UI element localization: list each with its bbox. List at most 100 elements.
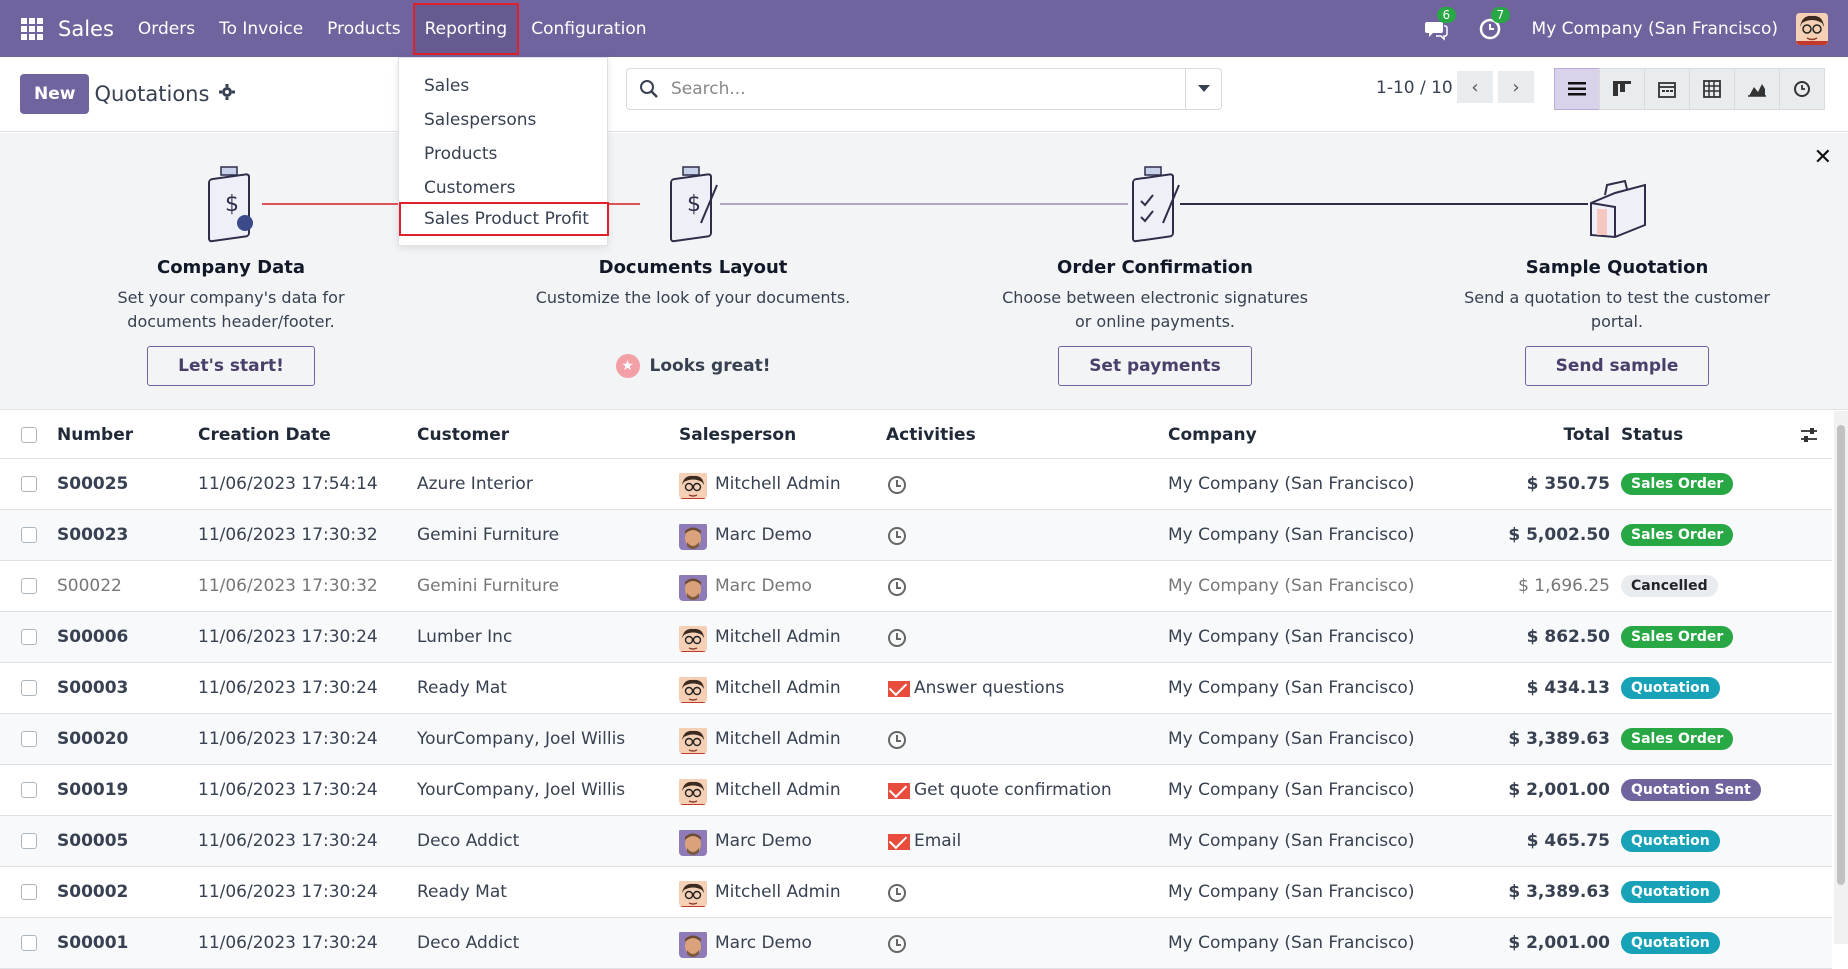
activity-view-button[interactable] bbox=[1779, 68, 1825, 110]
salesperson-cell: Mitchell Admin bbox=[679, 765, 841, 816]
send-sample-button[interactable]: Send sample bbox=[1524, 346, 1710, 386]
activity-summary[interactable]: Get quote confirmation bbox=[914, 765, 1112, 816]
vertical-scrollbar[interactable] bbox=[1834, 411, 1848, 944]
scrollbar-thumb[interactable] bbox=[1837, 425, 1845, 885]
table-row[interactable]: S00022 11/06/2023 17:30:32 Gemini Furnitur… bbox=[0, 561, 1832, 612]
menu-products[interactable]: Products bbox=[315, 3, 412, 55]
order-total: $ 465.75 bbox=[1526, 831, 1610, 851]
new-button[interactable]: New bbox=[20, 74, 90, 114]
row-checkbox[interactable] bbox=[21, 833, 37, 849]
reporting-customers[interactable]: Customers bbox=[399, 171, 609, 205]
menu-orders[interactable]: Orders bbox=[126, 3, 207, 55]
gear-icon[interactable] bbox=[219, 83, 236, 105]
set-payments-button[interactable]: Set payments bbox=[1058, 346, 1252, 386]
header-customer[interactable]: Customer bbox=[417, 411, 509, 459]
order-total: $ 350.75 bbox=[1526, 474, 1610, 494]
clock-icon[interactable] bbox=[888, 730, 906, 749]
row-checkbox[interactable] bbox=[21, 935, 37, 951]
menu-reporting[interactable]: Reporting bbox=[412, 2, 520, 55]
row-checkbox[interactable] bbox=[21, 731, 37, 747]
menu-configuration[interactable]: Configuration bbox=[519, 3, 658, 55]
clock-icon[interactable] bbox=[888, 526, 906, 545]
kanban-view-button[interactable] bbox=[1599, 68, 1645, 110]
order-number[interactable]: S00022 bbox=[57, 561, 122, 612]
header-company[interactable]: Company bbox=[1168, 411, 1257, 459]
header-creation-date[interactable]: Creation Date bbox=[198, 411, 331, 459]
menu-to-invoice[interactable]: To Invoice bbox=[207, 3, 315, 55]
customer-name: Lumber Inc bbox=[417, 627, 513, 647]
reporting-sales[interactable]: Sales bbox=[399, 69, 609, 103]
avatar[interactable] bbox=[679, 624, 707, 652]
company-name: My Company (San Francisco) bbox=[1168, 831, 1415, 851]
list-view-button[interactable] bbox=[1554, 68, 1600, 110]
header-total[interactable]: Total bbox=[1440, 411, 1610, 459]
status-cell: Sales Order bbox=[1621, 714, 1734, 765]
row-checkbox[interactable] bbox=[21, 680, 37, 696]
user-avatar[interactable] bbox=[1796, 12, 1828, 45]
clock-icon[interactable] bbox=[888, 577, 906, 596]
activity-summary[interactable]: Email bbox=[914, 816, 961, 867]
company-switcher[interactable]: My Company (San Francisco) bbox=[1532, 19, 1778, 39]
avatar[interactable] bbox=[679, 675, 707, 703]
calendar-view-button[interactable] bbox=[1644, 68, 1690, 110]
search-options-toggle[interactable] bbox=[1185, 69, 1221, 109]
status-cell: Sales Order bbox=[1621, 612, 1734, 663]
clock-icon[interactable] bbox=[888, 475, 906, 494]
header-salesperson[interactable]: Salesperson bbox=[679, 411, 796, 459]
table-row[interactable]: S00023 11/06/2023 17:30:32 Gemini Furnitur… bbox=[0, 510, 1832, 561]
order-number[interactable]: S00019 bbox=[57, 765, 128, 816]
row-checkbox[interactable] bbox=[21, 629, 37, 645]
order-number[interactable]: S00023 bbox=[57, 510, 128, 561]
reporting-sales-product-profit[interactable]: Sales Product Profit bbox=[399, 202, 609, 236]
order-number[interactable]: S00002 bbox=[57, 867, 128, 918]
salesperson-name: Marc Demo bbox=[715, 525, 812, 545]
clock-icon[interactable] bbox=[888, 628, 906, 647]
app-name[interactable]: Sales bbox=[58, 17, 114, 41]
header-number[interactable]: Number bbox=[57, 411, 133, 459]
apps-menu-icon[interactable] bbox=[21, 17, 43, 40]
header-status[interactable]: Status bbox=[1621, 411, 1683, 459]
table-row[interactable]: S00003 11/06/2023 17:30:24 Ready Mat Mitche… bbox=[0, 663, 1832, 714]
activities-icon[interactable]: 7 bbox=[1478, 6, 1511, 41]
row-checkbox[interactable] bbox=[21, 578, 37, 594]
header-activities[interactable]: Activities bbox=[886, 411, 976, 459]
avatar[interactable] bbox=[679, 777, 707, 805]
order-number[interactable]: S00005 bbox=[57, 816, 128, 867]
avatar[interactable] bbox=[679, 828, 707, 856]
messages-icon[interactable]: 6 bbox=[1424, 6, 1457, 41]
table-row[interactable]: S00019 11/06/2023 17:30:24 YourCompany, Jo… bbox=[0, 765, 1832, 816]
table-row[interactable]: S00006 11/06/2023 17:30:24 Lumber Inc Mitch… bbox=[0, 612, 1832, 663]
close-icon[interactable]: ✕ bbox=[1814, 145, 1832, 170]
avatar[interactable] bbox=[679, 522, 707, 550]
envelope-icon bbox=[888, 833, 910, 850]
reporting-salespersons[interactable]: Salespersons bbox=[399, 103, 609, 137]
activity-summary[interactable]: Answer questions bbox=[914, 663, 1064, 714]
table-row[interactable]: S00005 11/06/2023 17:30:24 Deco Addict Marc… bbox=[0, 816, 1832, 867]
order-number[interactable]: S00006 bbox=[57, 612, 128, 663]
table-row[interactable]: S00025 11/06/2023 17:54:14 Azure Interior M… bbox=[0, 459, 1832, 510]
order-number[interactable]: S00025 bbox=[57, 459, 128, 510]
select-all-checkbox[interactable] bbox=[21, 427, 37, 443]
order-number[interactable]: S00003 bbox=[57, 663, 128, 714]
row-checkbox[interactable] bbox=[21, 527, 37, 543]
table-row[interactable]: S00002 11/06/2023 17:30:24 Ready Mat Mitche… bbox=[0, 867, 1832, 918]
row-checkbox[interactable] bbox=[21, 476, 37, 492]
optional-columns-icon[interactable] bbox=[1800, 411, 1818, 459]
pager-previous-button[interactable]: ‹ bbox=[1457, 71, 1493, 103]
avatar[interactable] bbox=[679, 879, 707, 907]
search-input[interactable]: Search... bbox=[671, 79, 1185, 99]
clock-icon[interactable] bbox=[888, 883, 906, 902]
table-row[interactable]: S00020 11/06/2023 17:30:24 YourCompany, Jo… bbox=[0, 714, 1832, 765]
pivot-view-button[interactable] bbox=[1689, 68, 1735, 110]
reporting-products[interactable]: Products bbox=[399, 137, 609, 171]
graph-view-button[interactable] bbox=[1734, 68, 1780, 110]
row-checkbox[interactable] bbox=[21, 884, 37, 900]
order-number[interactable]: S00020 bbox=[57, 714, 128, 765]
lets-start-button[interactable]: Let's start! bbox=[147, 346, 315, 386]
pager-value[interactable]: 1-10 / 10 bbox=[1376, 78, 1453, 98]
row-checkbox[interactable] bbox=[21, 782, 37, 798]
avatar[interactable] bbox=[679, 573, 707, 601]
pager-next-button[interactable]: › bbox=[1498, 71, 1534, 103]
avatar[interactable] bbox=[679, 726, 707, 754]
avatar[interactable] bbox=[679, 471, 707, 499]
